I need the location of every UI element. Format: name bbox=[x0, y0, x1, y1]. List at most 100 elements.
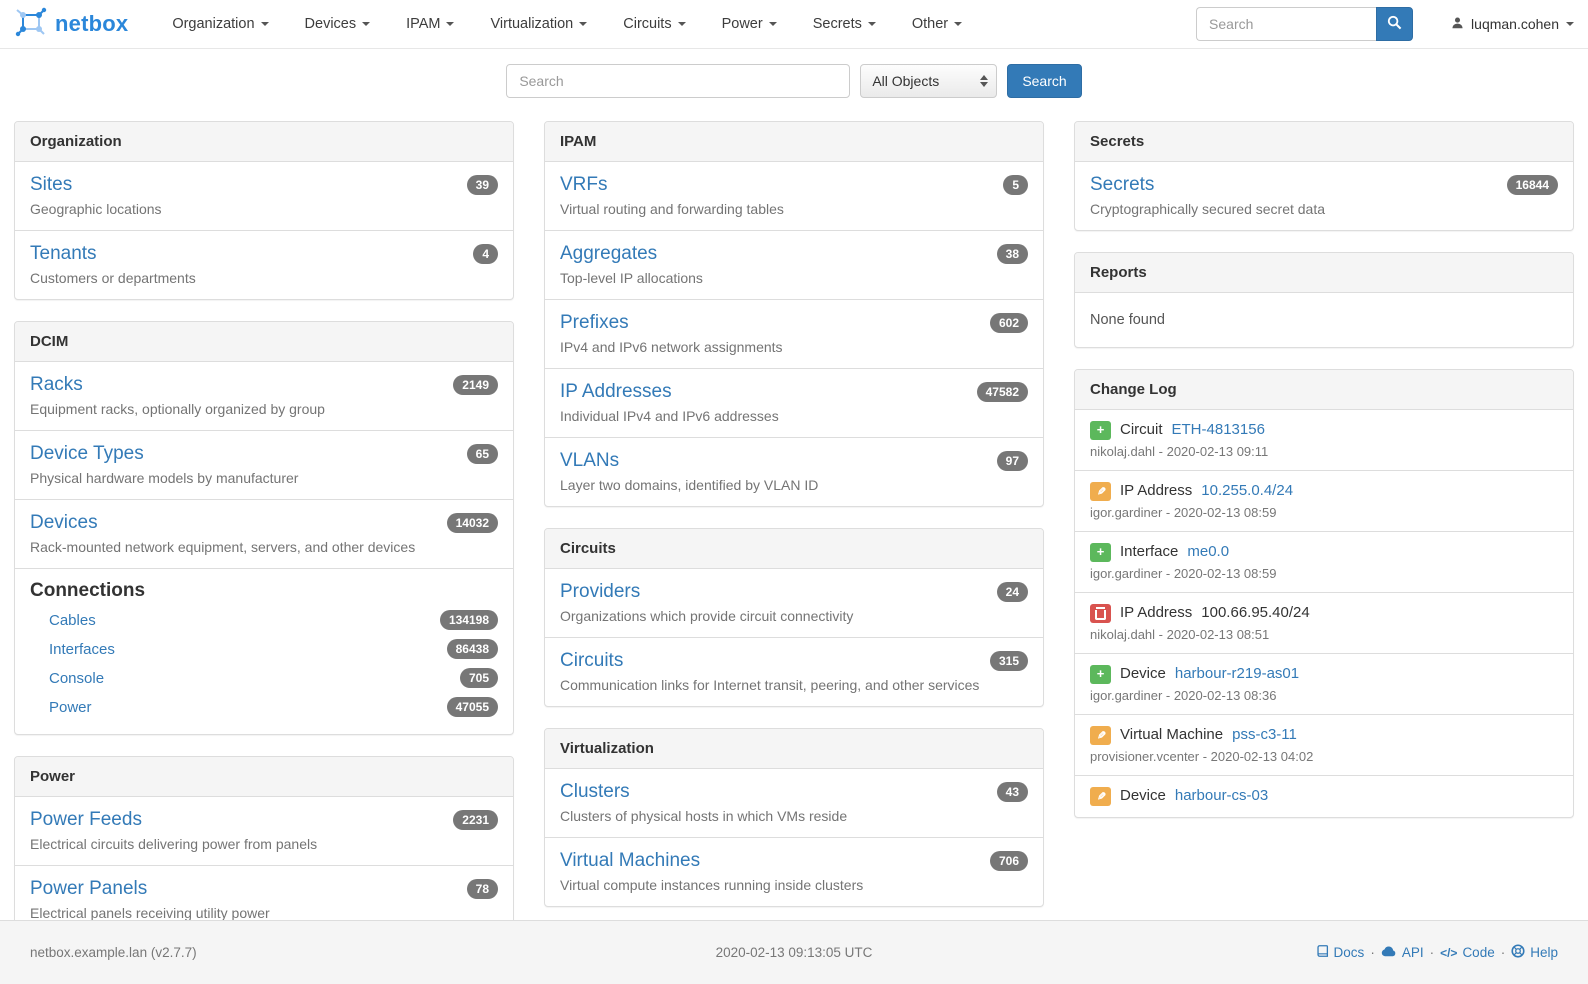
aggregates-link[interactable]: Aggregates bbox=[560, 242, 657, 265]
change-object-type: Interface bbox=[1120, 541, 1178, 563]
tenants-count-badge: 4 bbox=[473, 244, 498, 264]
changelog-entry: IP Address 10.255.0.4/24 igor.gardiner -… bbox=[1075, 470, 1573, 531]
panel-heading: Circuits bbox=[545, 529, 1043, 569]
search-icon bbox=[1387, 15, 1402, 33]
clusters-count-badge: 43 bbox=[997, 782, 1028, 802]
power-connections-link[interactable]: Power bbox=[49, 699, 92, 716]
tenants-link[interactable]: Tenants bbox=[30, 242, 97, 265]
devices-link[interactable]: Devices bbox=[30, 511, 98, 534]
change-object-link[interactable]: pss-c3-11 bbox=[1232, 724, 1297, 746]
item-description: Organizations which provide circuit conn… bbox=[560, 608, 1028, 625]
netbox-brand[interactable]: netbox bbox=[14, 6, 128, 43]
brand-wordmark: netbox bbox=[55, 11, 128, 37]
changelog-entry: Circuit ETH-4813156 nikolaj.dahl - 2020-… bbox=[1075, 410, 1573, 470]
list-item: Interfaces 86438 bbox=[30, 635, 498, 664]
dashboard-columns: Organization Sites 39 Geographic locatio… bbox=[0, 121, 1588, 956]
item-description: Physical hardware models by manufacturer bbox=[30, 470, 498, 487]
list-item: Console 705 bbox=[30, 664, 498, 693]
docs-link[interactable]: Docs bbox=[1316, 944, 1365, 961]
changelog-entry: Interface me0.0 igor.gardiner - 2020-02-… bbox=[1075, 531, 1573, 592]
cables-link[interactable]: Cables bbox=[49, 612, 96, 629]
secrets-link[interactable]: Secrets bbox=[1090, 173, 1154, 196]
device-types-link[interactable]: Device Types bbox=[30, 442, 144, 465]
console-link[interactable]: Console bbox=[49, 670, 104, 687]
chevron-down-icon bbox=[954, 22, 962, 26]
ip-addresses-link[interactable]: IP Addresses bbox=[560, 380, 672, 403]
sites-link[interactable]: Sites bbox=[30, 173, 72, 196]
item-description: Individual IPv4 and IPv6 addresses bbox=[560, 408, 1028, 425]
change-meta: igor.gardiner - 2020-02-13 08:59 bbox=[1090, 505, 1558, 521]
help-link[interactable]: Help bbox=[1511, 944, 1558, 961]
menu-other[interactable]: Other bbox=[912, 16, 962, 32]
item-description: Layer two domains, identified by VLAN ID bbox=[560, 477, 1028, 494]
power-panels-link[interactable]: Power Panels bbox=[30, 877, 147, 900]
racks-link[interactable]: Racks bbox=[30, 373, 83, 396]
list-item: Virtual Machines 706 Virtual compute ins… bbox=[545, 837, 1043, 906]
panel-heading: Change Log bbox=[1075, 370, 1573, 410]
navbar-search-input[interactable] bbox=[1196, 7, 1376, 41]
navbar-search-button[interactable] bbox=[1376, 7, 1413, 41]
item-description: Cryptographically secured secret data bbox=[1090, 201, 1558, 218]
change-object-link[interactable]: harbour-r219-as01 bbox=[1175, 663, 1299, 685]
power-feeds-count-badge: 2231 bbox=[453, 810, 498, 830]
changelog-entry: Virtual Machine pss-c3-11 provisioner.vc… bbox=[1075, 714, 1573, 775]
global-search-section: All Objects Search bbox=[0, 49, 1588, 121]
vlans-link[interactable]: VLANs bbox=[560, 449, 619, 472]
prefixes-link[interactable]: Prefixes bbox=[560, 311, 629, 334]
menu-circuits[interactable]: Circuits bbox=[623, 16, 685, 32]
menu-devices[interactable]: Devices bbox=[305, 16, 371, 32]
change-object-link[interactable]: harbour-cs-03 bbox=[1175, 785, 1268, 807]
item-description: Clusters of physical hosts in which VMs … bbox=[560, 808, 1028, 825]
code-link[interactable]: </> Code bbox=[1440, 945, 1495, 960]
change-object-link[interactable]: ETH-4813156 bbox=[1172, 419, 1265, 441]
change-object-link[interactable]: me0.0 bbox=[1187, 541, 1229, 563]
global-search-input[interactable] bbox=[506, 64, 850, 98]
chevron-down-icon bbox=[579, 22, 587, 26]
providers-link[interactable]: Providers bbox=[560, 580, 640, 603]
global-search-button[interactable]: Search bbox=[1007, 64, 1081, 98]
list-item: Racks 2149 Equipment racks, optionally o… bbox=[15, 362, 513, 430]
change-meta: igor.gardiner - 2020-02-13 08:36 bbox=[1090, 688, 1558, 704]
separator: · bbox=[1430, 945, 1435, 960]
menu-virtualization[interactable]: Virtualization bbox=[490, 16, 587, 32]
menu-ipam[interactable]: IPAM bbox=[406, 16, 454, 32]
panel-heading: Power bbox=[15, 757, 513, 797]
item-description: Rack-mounted network equipment, servers,… bbox=[30, 539, 498, 556]
add-icon bbox=[1090, 543, 1111, 562]
item-description: Virtual routing and forwarding tables bbox=[560, 201, 1028, 218]
aggregates-count-badge: 38 bbox=[997, 244, 1028, 264]
circuits-link[interactable]: Circuits bbox=[560, 649, 623, 672]
devices-count-badge: 14032 bbox=[447, 513, 498, 533]
list-item: IP Addresses 47582 Individual IPv4 and I… bbox=[545, 368, 1043, 437]
add-icon bbox=[1090, 421, 1111, 440]
menu-power[interactable]: Power bbox=[722, 16, 777, 32]
list-item: VLANs 97 Layer two domains, identified b… bbox=[545, 437, 1043, 506]
interfaces-link[interactable]: Interfaces bbox=[49, 641, 115, 658]
menu-organization[interactable]: Organization bbox=[172, 16, 268, 32]
change-object-link[interactable]: 10.255.0.4/24 bbox=[1201, 480, 1293, 502]
power-feeds-link[interactable]: Power Feeds bbox=[30, 808, 142, 831]
virtual-machines-link[interactable]: Virtual Machines bbox=[560, 849, 700, 872]
navbar-search-form bbox=[1196, 7, 1413, 41]
chevron-down-icon bbox=[868, 22, 876, 26]
change-meta: igor.gardiner - 2020-02-13 08:59 bbox=[1090, 566, 1558, 582]
user-menu[interactable]: luqman.cohen bbox=[1451, 16, 1574, 33]
edit-icon bbox=[1090, 726, 1111, 745]
change-object-type: Device bbox=[1120, 663, 1166, 685]
change-object-label: 100.66.95.40/24 bbox=[1201, 602, 1309, 624]
interfaces-count-badge: 86438 bbox=[447, 639, 498, 659]
list-item: Sites 39 Geographic locations bbox=[15, 162, 513, 230]
panel-heading: IPAM bbox=[545, 122, 1043, 162]
item-description: Electrical circuits delivering power fro… bbox=[30, 836, 498, 853]
menu-secrets[interactable]: Secrets bbox=[813, 16, 876, 32]
cloud-icon bbox=[1381, 945, 1397, 960]
list-item: Device Types 65 Physical hardware models… bbox=[15, 430, 513, 499]
power-panel: Power Power Feeds 2231 Electrical circui… bbox=[14, 756, 514, 935]
vrfs-link[interactable]: VRFs bbox=[560, 173, 608, 196]
netbox-logo-icon bbox=[14, 6, 48, 43]
change-object-type: Circuit bbox=[1120, 419, 1163, 441]
search-scope-select[interactable]: All Objects bbox=[860, 64, 997, 98]
api-link[interactable]: API bbox=[1381, 945, 1424, 960]
chevron-down-icon bbox=[362, 22, 370, 26]
clusters-link[interactable]: Clusters bbox=[560, 780, 630, 803]
